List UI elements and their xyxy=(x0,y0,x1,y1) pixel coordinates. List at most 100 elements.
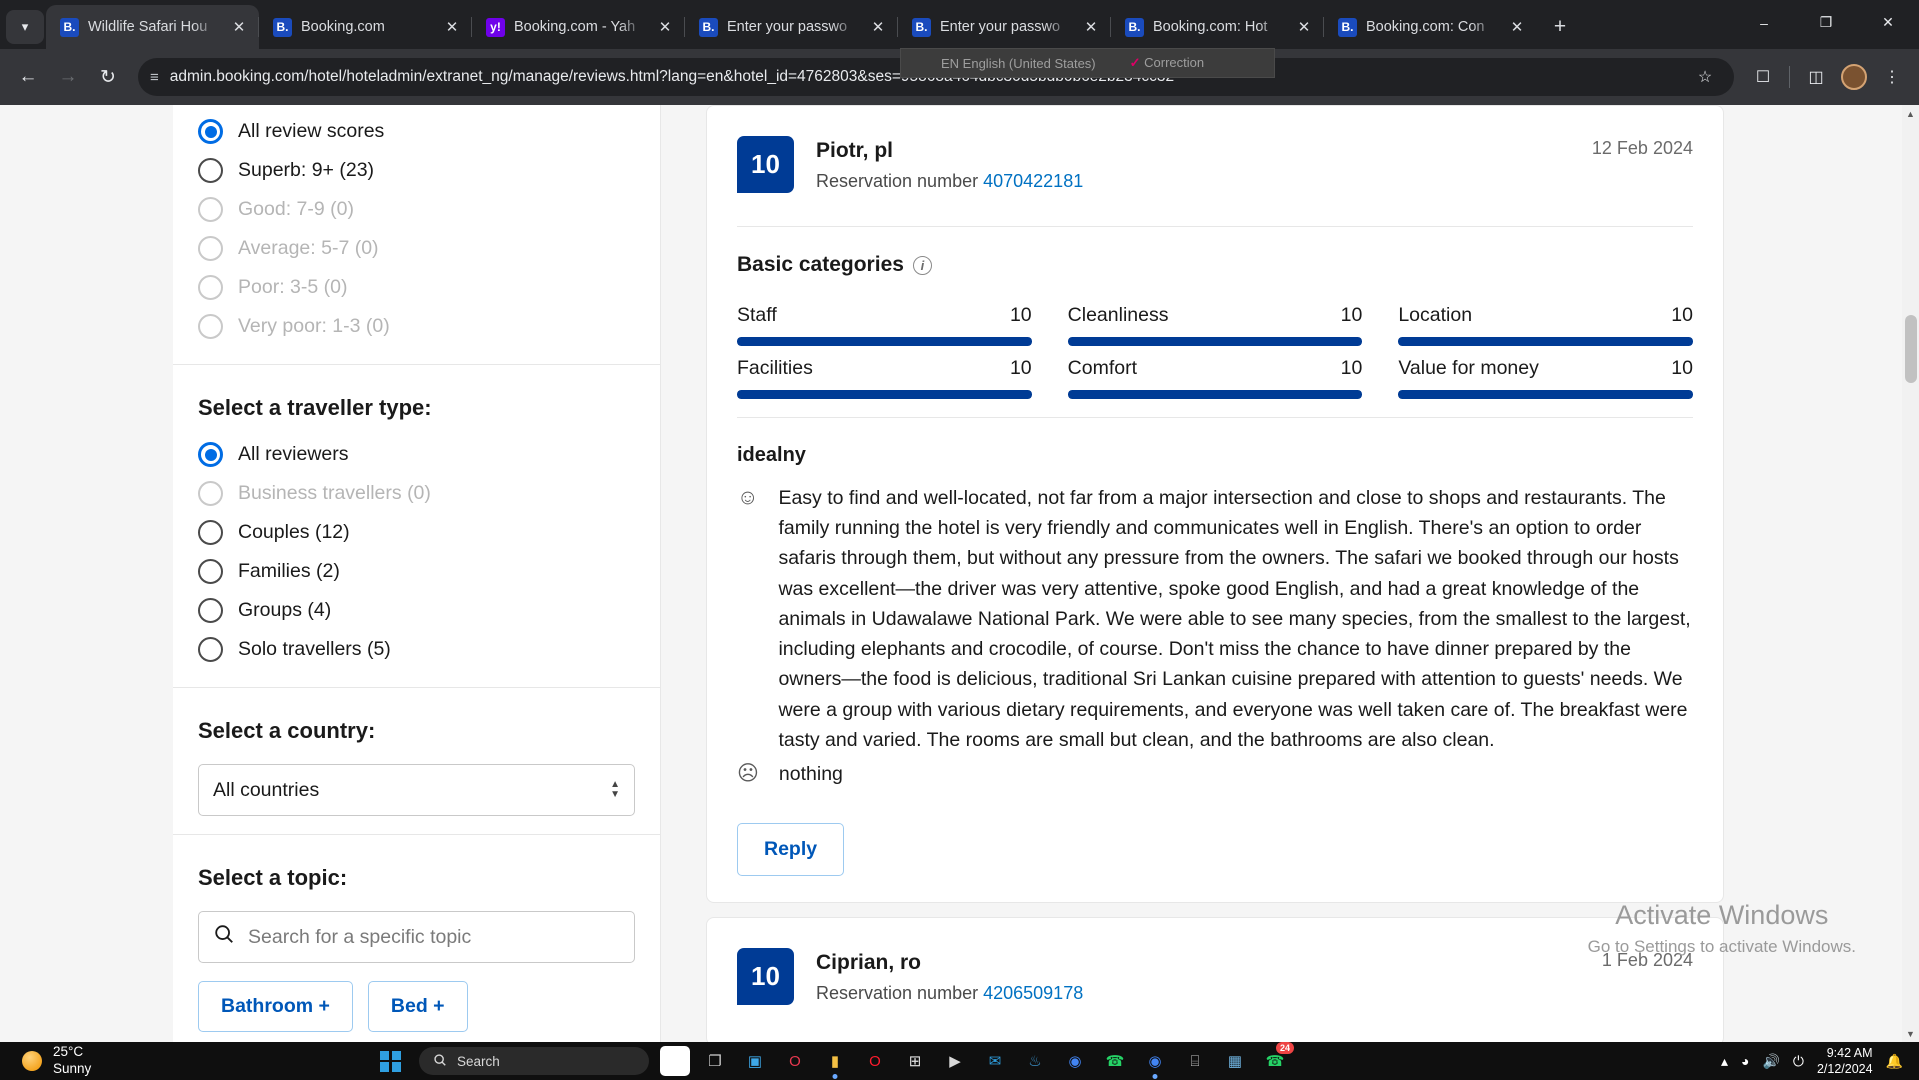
calculator-icon[interactable]: ⌸ xyxy=(1180,1046,1210,1076)
language-bar[interactable]: EN English (United States) ✓ Correction xyxy=(900,48,1275,78)
topic-chip[interactable]: Bathroom + xyxy=(198,981,353,1032)
file-explorer-icon[interactable]: ▮ xyxy=(820,1046,850,1079)
bell-icon[interactable]: 🔔 xyxy=(1886,1053,1903,1070)
scrollbar-thumb[interactable] xyxy=(1905,315,1917,383)
weather-widget[interactable]: 25°C Sunny xyxy=(0,1044,380,1078)
kebab-menu-icon[interactable]: ⋮ xyxy=(1875,60,1909,94)
close-icon[interactable]: ✕ xyxy=(654,16,676,38)
positive-text: Easy to find and well-located, not far f… xyxy=(778,487,1691,751)
review-score-option: Poor: 3-5 (0) xyxy=(173,268,660,307)
browser-tab[interactable]: B. Booking.com: Hot ✕ xyxy=(1110,5,1324,49)
task-view-icon[interactable]: ❐ xyxy=(700,1046,730,1076)
mega-icon[interactable]: ♨ xyxy=(1020,1046,1050,1076)
radio-button[interactable] xyxy=(198,520,223,545)
volume-icon[interactable]: 🔊 xyxy=(1762,1053,1779,1070)
traveller-type-option[interactable]: Families (2) xyxy=(173,552,660,591)
info-icon[interactable]: i xyxy=(912,255,932,275)
reload-button[interactable]: ↻ xyxy=(90,59,126,95)
microsoft-store-icon[interactable]: ⊞ xyxy=(900,1046,930,1076)
tab-search-button[interactable]: ▾ xyxy=(6,10,44,44)
negative-comment: ☹ nothing xyxy=(737,759,1693,789)
taskbar-search[interactable]: Search xyxy=(419,1047,649,1075)
battery-icon[interactable]: ⏻ xyxy=(1793,1053,1804,1070)
excel-icon[interactable]: ▦ xyxy=(1220,1046,1250,1076)
close-icon[interactable]: ✕ xyxy=(1080,16,1102,38)
app-glyph: ◉ xyxy=(668,1053,682,1070)
topic-search-input[interactable]: Search for a specific topic xyxy=(198,911,635,963)
browser-tab[interactable]: B. Booking.com ✕ xyxy=(258,5,472,49)
app-glyph: ▮ xyxy=(830,1053,840,1070)
opera-gx-icon[interactable]: O xyxy=(860,1046,890,1076)
scroll-down-arrow[interactable]: ▼ xyxy=(1902,1025,1919,1042)
browser-tab[interactable]: y! Booking.com - Yah ✕ xyxy=(471,5,685,49)
correction-icon: ✓ xyxy=(1129,55,1141,70)
puzzle-icon[interactable]: ☐ xyxy=(1746,60,1780,94)
close-icon[interactable]: ✕ xyxy=(1293,16,1315,38)
radio-button[interactable] xyxy=(198,637,223,662)
browser-tab[interactable]: B. Enter your passwo ✕ xyxy=(897,5,1111,49)
category-value: 10 xyxy=(1009,357,1032,379)
whatsapp-business-icon[interactable]: ☎ 24 xyxy=(1260,1042,1294,1076)
browser-tab[interactable]: B. Enter your passwo ✕ xyxy=(684,5,898,49)
category-value: 10 xyxy=(1340,357,1363,379)
category-name: Value for money xyxy=(1398,357,1539,379)
clock-date: 2/12/2024 xyxy=(1816,1062,1873,1076)
whatsapp-icon[interactable]: ☎ xyxy=(1100,1046,1130,1076)
browser-tab[interactable]: B. Wildlife Safari Hou ✕ xyxy=(46,5,259,49)
widgets-icon[interactable]: ▣ xyxy=(740,1046,770,1076)
close-icon[interactable]: ✕ xyxy=(228,16,250,38)
radio-button[interactable] xyxy=(198,158,223,183)
topic-filter-title: Select a topic: xyxy=(198,865,348,890)
close-icon[interactable]: ✕ xyxy=(867,16,889,38)
radio-button[interactable] xyxy=(198,119,223,144)
traveller-type-option[interactable]: All reviewers xyxy=(173,435,660,474)
radio-button[interactable] xyxy=(198,559,223,584)
topic-chip-list: Bathroom + Bed + xyxy=(173,963,660,1032)
reservation-number-link[interactable]: 4070422181 xyxy=(983,171,1083,191)
review-score-filter-group: All review scores Superb: 9+ (23) Good: 7-… xyxy=(173,105,660,365)
close-window-button[interactable]: ✕ xyxy=(1857,0,1919,45)
wifi-icon[interactable]: ◕ xyxy=(1741,1053,1749,1069)
new-tab-button[interactable]: + xyxy=(1543,10,1577,44)
booking-favicon: B. xyxy=(273,17,292,37)
close-icon[interactable]: ✕ xyxy=(441,16,463,38)
category-score: Value for money 10 xyxy=(1398,346,1693,399)
review-score-option[interactable]: All review scores xyxy=(173,112,660,151)
chrome-active-icon[interactable]: ◉ xyxy=(1140,1046,1170,1079)
mail-icon[interactable]: ✉ xyxy=(980,1046,1010,1076)
profile-avatar[interactable] xyxy=(1837,60,1871,94)
media-player-icon[interactable]: ▶ xyxy=(940,1046,970,1076)
page-settings-icon[interactable]: ≡ xyxy=(150,69,159,86)
chevron-up-icon[interactable]: ▴ xyxy=(1721,1053,1728,1070)
category-score: Cleanliness 10 xyxy=(1067,293,1363,346)
radio-button[interactable] xyxy=(198,442,223,467)
page-scrollbar[interactable]: ▲ ▼ xyxy=(1902,105,1919,1042)
review-score-option[interactable]: Superb: 9+ (23) xyxy=(173,151,660,190)
windows-start-icon[interactable] xyxy=(380,1050,401,1072)
traveller-type-option[interactable]: Solo travellers (5) xyxy=(173,630,660,669)
side-panel-icon[interactable]: ◫ xyxy=(1799,60,1833,94)
forward-button[interactable]: → xyxy=(50,59,86,95)
review-date: 1 Feb 2024 xyxy=(1601,950,1693,971)
scroll-up-arrow[interactable]: ▲ xyxy=(1902,105,1919,122)
minimize-button[interactable]: – xyxy=(1733,0,1795,45)
browser-tab[interactable]: B. Booking.com: Con ✕ xyxy=(1323,5,1537,49)
country-select[interactable]: All countries ▲ ▼ xyxy=(198,764,635,816)
chevron-down-icon: ▾ xyxy=(21,19,29,34)
copilot-icon[interactable]: ◉ xyxy=(660,1046,690,1076)
back-button[interactable]: ← xyxy=(10,59,46,95)
opera-icon[interactable]: O xyxy=(780,1046,810,1076)
topic-chip[interactable]: Bed + xyxy=(367,981,468,1032)
radio-button[interactable] xyxy=(198,598,223,623)
traveller-type-option[interactable]: Groups (4) xyxy=(173,591,660,630)
traveller-type-option[interactable]: Couples (12) xyxy=(173,513,660,552)
star-icon[interactable]: ☆ xyxy=(1688,60,1722,94)
reservation-number-link[interactable]: 4206509178 xyxy=(983,983,1083,1003)
chrome-icon[interactable]: ◉ xyxy=(1060,1046,1090,1076)
reply-button[interactable]: Reply xyxy=(737,823,845,877)
taskbar-center: Search ◉ ❐ ▣ O ▮ O ⊞ ▶ ✉ ♨ ◉ ☎ ◉ ⌸ ▦ ☎ 24 xyxy=(380,1042,1721,1079)
maximize-button[interactable]: ❐ xyxy=(1795,0,1857,45)
language-bar-correction[interactable]: ✓ Correction xyxy=(1130,55,1205,71)
taskbar-clock[interactable]: 9:42 AM 2/12/2024 xyxy=(1817,1045,1873,1078)
close-icon[interactable]: ✕ xyxy=(1506,16,1528,38)
